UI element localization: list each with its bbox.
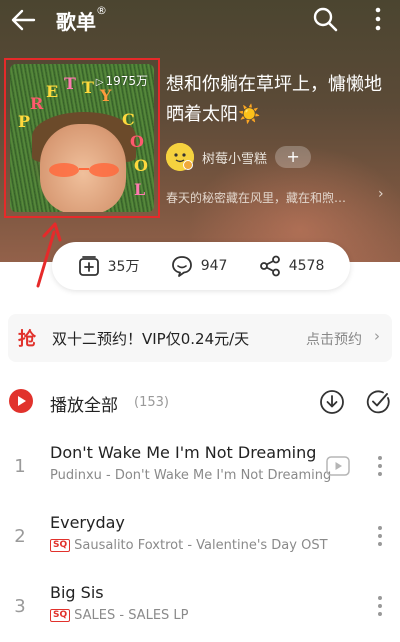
song-subtitle: Pudinxu - Don't Wake Me I'm Not Dreaming — [50, 468, 331, 483]
song-title: Big Sis — [50, 583, 104, 602]
cover-letter: T — [64, 74, 76, 93]
cover-letter: E — [46, 82, 59, 101]
share-icon — [259, 255, 280, 277]
song-title: Everyday — [50, 513, 125, 532]
cover-letter: P — [18, 112, 31, 131]
search-button[interactable] — [311, 5, 339, 33]
follow-button[interactable]: + — [275, 146, 312, 168]
song-more-button[interactable] — [374, 594, 386, 618]
song-row[interactable]: 3 Big Sis SQ SALES - SALES LP — [0, 582, 400, 642]
download-icon — [320, 390, 344, 414]
chevron-right-icon: › — [374, 327, 380, 345]
playlist-title: 想和你躺在草坪上，慵懒地晒着太阳☀️ — [166, 74, 382, 125]
cover-letter: R — [30, 94, 44, 113]
cover-highlight-frame: P R E T T Y C O O L ▷ 1975万 — [4, 58, 160, 218]
song-row[interactable]: 2 Everyday SQ Sausalito Foxtrot - Valent… — [0, 512, 400, 572]
creator-name[interactable]: 树莓小雪糕 — [202, 148, 267, 167]
arrow-left-icon — [11, 9, 36, 31]
download-button[interactable] — [318, 388, 346, 416]
play-count-value: 1975万 — [105, 74, 148, 88]
comment-count: 947 — [200, 258, 228, 274]
top-bar: 歌单® — [0, 0, 400, 40]
song-subtitle: SQ SALES - SALES LP — [50, 608, 189, 623]
vip-grab-badge: 抢 — [18, 329, 36, 350]
playlist-cover[interactable]: P R E T T Y C O O L ▷ 1975万 — [10, 64, 154, 212]
song-artist-album: SALES - SALES LP — [74, 608, 189, 623]
cover-letter: L — [134, 180, 146, 199]
play-all-row: 播放全部 (153) — [0, 384, 400, 420]
vip-reserve-link[interactable]: 点击预约 — [306, 329, 362, 349]
play-circle-icon — [9, 389, 33, 413]
song-index: 3 — [14, 596, 26, 617]
collect-button[interactable]: 35万 — [78, 255, 140, 277]
more-vertical-icon — [378, 596, 382, 616]
play-count: ▷ 1975万 — [96, 72, 148, 89]
mv-button[interactable] — [326, 456, 350, 476]
avatar-face-icon — [166, 143, 194, 171]
song-index: 2 — [14, 526, 26, 547]
cover-letter: T — [82, 78, 94, 97]
more-options-button[interactable] — [368, 5, 388, 33]
stats-bar: 35万 947 4578 — [52, 242, 350, 290]
more-vertical-icon — [378, 526, 382, 546]
vip-promo-banner[interactable]: 抢 双十二预约！VIP仅0.24元/天 点击预约 › — [8, 314, 392, 362]
song-artist-album: Sausalito Foxtrot - Valentine's Day OST — [74, 538, 328, 553]
collect-count: 35万 — [107, 259, 140, 275]
song-more-button[interactable] — [374, 454, 386, 478]
vip-promo-text: 双十二预约！VIP仅0.24元/天 — [52, 329, 250, 348]
cover-letter: O — [130, 132, 144, 151]
page-title-text: 歌单 — [56, 10, 96, 34]
search-icon — [313, 7, 338, 32]
comment-icon — [171, 256, 192, 277]
share-button[interactable]: 4578 — [259, 255, 325, 277]
song-title: Don't Wake Me I'm Not Dreaming — [50, 443, 317, 462]
share-count: 4578 — [288, 258, 325, 274]
play-all-button[interactable] — [8, 388, 34, 414]
comment-button[interactable]: 947 — [171, 255, 228, 277]
chevron-right-icon[interactable]: › — [378, 186, 384, 202]
song-artist-album: Pudinxu - Don't Wake Me I'm Not Dreaming — [50, 468, 332, 483]
avatar[interactable] — [166, 143, 194, 171]
song-more-button[interactable] — [374, 524, 386, 548]
video-play-icon — [326, 456, 350, 476]
cover-letter: O — [134, 156, 148, 175]
sunglasses-icon — [49, 163, 119, 177]
page-title: 歌单® — [56, 4, 107, 35]
cover-letter: C — [122, 110, 135, 129]
creator-row[interactable]: 树莓小雪糕 + — [166, 142, 312, 172]
song-count: (153) — [134, 395, 169, 410]
multi-select-button[interactable] — [364, 388, 392, 416]
more-vertical-icon — [378, 456, 382, 476]
sq-quality-badge: SQ — [50, 609, 71, 622]
registered-mark: ® — [96, 4, 107, 17]
song-subtitle: SQ Sausalito Foxtrot - Valentine's Day O… — [50, 538, 328, 553]
play-all-label[interactable]: 播放全部 — [50, 391, 118, 416]
sq-quality-badge: SQ — [50, 539, 71, 552]
more-vertical-icon — [375, 7, 381, 31]
song-index: 1 — [14, 456, 26, 477]
check-list-icon — [366, 390, 390, 414]
play-triangle-icon: ▷ — [95, 77, 104, 88]
song-row[interactable]: 1 Don't Wake Me I'm Not Dreaming Pudinxu… — [0, 442, 400, 502]
back-button[interactable] — [8, 4, 40, 36]
playlist-description[interactable]: 春天的秘密藏在风里，藏在和煦… — [166, 189, 374, 206]
add-to-collection-icon — [78, 256, 99, 276]
